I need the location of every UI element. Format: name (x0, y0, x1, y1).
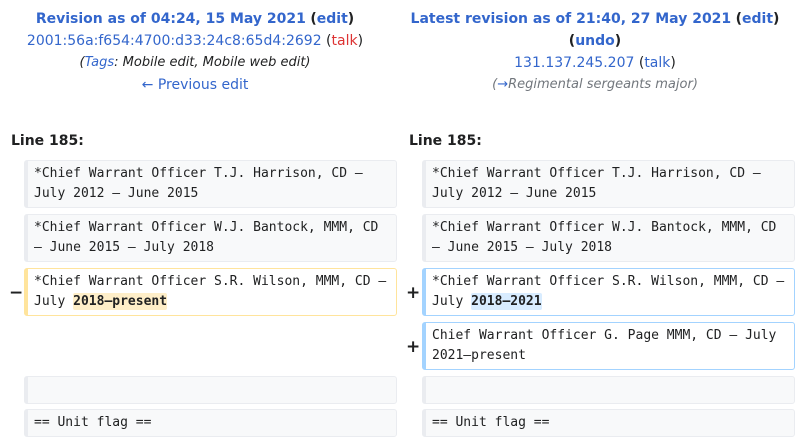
context-line-old: *Chief Warrant Officer W.J. Bantock, MMM… (24, 214, 397, 262)
new-edit-link[interactable]: edit (742, 11, 773, 27)
added-word: 2018–2021 (471, 293, 542, 310)
context-line-new: == Unit flag == (422, 409, 795, 437)
old-talk-link[interactable]: talk (332, 33, 358, 49)
old-revision-title-link[interactable]: Revision as of 04:24, 15 May 2021 (36, 11, 306, 27)
new-revision-header: Latest revision as of 21:40, 27 May 2021… (400, 8, 790, 96)
old-revision-header: Revision as of 04:24, 15 May 2021 (edit)… (0, 8, 390, 96)
tags-value: : Mobile edit, Mobile web edit (114, 55, 306, 70)
old-tags: (Tags: Mobile edit, Mobile web edit) (79, 55, 311, 70)
deleted-line: *Chief Warrant Officer S.R. Wilson, MMM,… (24, 268, 397, 316)
empty-context-line-new (422, 376, 795, 404)
context-line-old: == Unit flag == (24, 409, 397, 437)
edit-summary: (→Regimental sergeants major) (492, 77, 698, 92)
empty-context-line-old (24, 376, 397, 404)
old-line-number: Line 185: (11, 133, 84, 149)
deleted-word: 2018–present (73, 293, 168, 310)
context-line-new: *Chief Warrant Officer T.J. Harrison, CD… (422, 160, 795, 208)
added-line: *Chief Warrant Officer S.R. Wilson, MMM,… (422, 268, 795, 316)
old-user-link[interactable]: 2001:56a:f654:4700:d33:24c8:65d4:2692 (27, 33, 322, 49)
deleted-line-marker: − (9, 283, 24, 303)
added-line-marker: + (406, 283, 421, 303)
tags-link[interactable]: Tags (85, 55, 115, 70)
undo-link[interactable]: undo (575, 33, 615, 49)
context-line-new: *Chief Warrant Officer W.J. Bantock, MMM… (422, 214, 795, 262)
new-revision-title-link[interactable]: Latest revision as of 21:40, 27 May 2021 (411, 11, 732, 27)
new-talk-link[interactable]: talk (644, 55, 670, 71)
context-line-old: *Chief Warrant Officer T.J. Harrison, CD… (24, 160, 397, 208)
old-edit-link[interactable]: edit (317, 11, 348, 27)
previous-edit-link[interactable]: ← Previous edit (142, 77, 249, 93)
new-line-number: Line 185: (409, 133, 482, 149)
added-line: Chief Warrant Officer G. Page MMM, CD – … (422, 322, 795, 370)
added-line-marker: + (406, 337, 421, 357)
edit-summary-text: Regimental sergeants major (508, 77, 693, 92)
new-user-link[interactable]: 131.137.245.207 (514, 55, 634, 71)
section-arrow-link[interactable]: → (497, 77, 508, 92)
